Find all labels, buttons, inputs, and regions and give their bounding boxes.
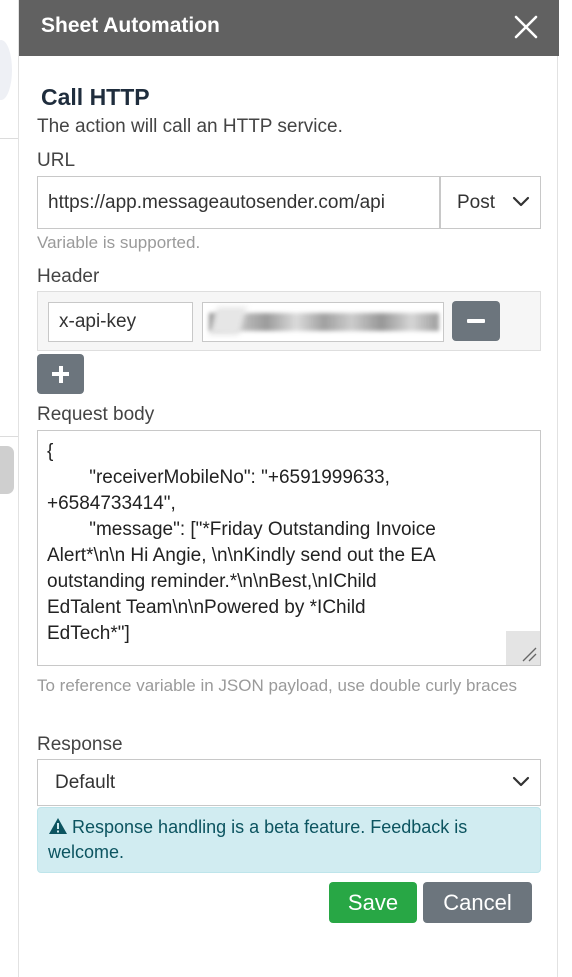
response-label: Response [37,734,123,755]
header-key-input[interactable]: x-api-key [48,302,193,342]
close-icon[interactable] [511,12,541,42]
background-divider [0,436,18,437]
header-label: Header [37,266,100,287]
response-select[interactable]: Default [37,759,541,806]
dialog-titlebar: Sheet Automation [19,0,559,56]
remove-header-button[interactable] [452,301,500,341]
url-label: URL [37,150,76,171]
minus-icon [467,319,485,323]
request-body-textarea[interactable]: { "receiverMobileNo": "+6591999633, +658… [37,430,541,666]
method-select[interactable]: Post [440,176,541,229]
background-divider [0,138,18,139]
url-hint: Variable is supported. [37,233,201,252]
action-heading: Call HTTP [41,84,150,110]
request-body-hint: To reference variable in JSON payload, u… [37,676,518,695]
action-description: The action will call an HTTP service. [37,116,343,137]
dialog-title: Sheet Automation [41,14,220,37]
save-button[interactable]: Save [329,882,417,923]
chevron-down-icon [512,196,530,207]
warning-icon [49,818,67,834]
cancel-button[interactable]: Cancel [423,882,532,923]
header-value-input[interactable] [202,302,444,342]
method-value: Post [457,192,496,213]
header-row: x-api-key [37,291,541,351]
alert-text: Response handling is a beta feature. Fee… [48,817,468,862]
automation-dialog: Sheet Automation Call HTTP The action wi… [18,0,559,977]
chevron-down-icon [512,776,530,787]
url-input[interactable]: https://app.messageautosender.com/api [37,176,440,229]
response-value: Default [55,772,116,793]
beta-alert: Response handling is a beta feature. Fee… [37,807,541,873]
resize-handle[interactable] [506,631,540,665]
background-scroll-handle [0,446,14,494]
add-header-button[interactable] [37,354,84,394]
request-body-label: Request body [37,404,155,425]
